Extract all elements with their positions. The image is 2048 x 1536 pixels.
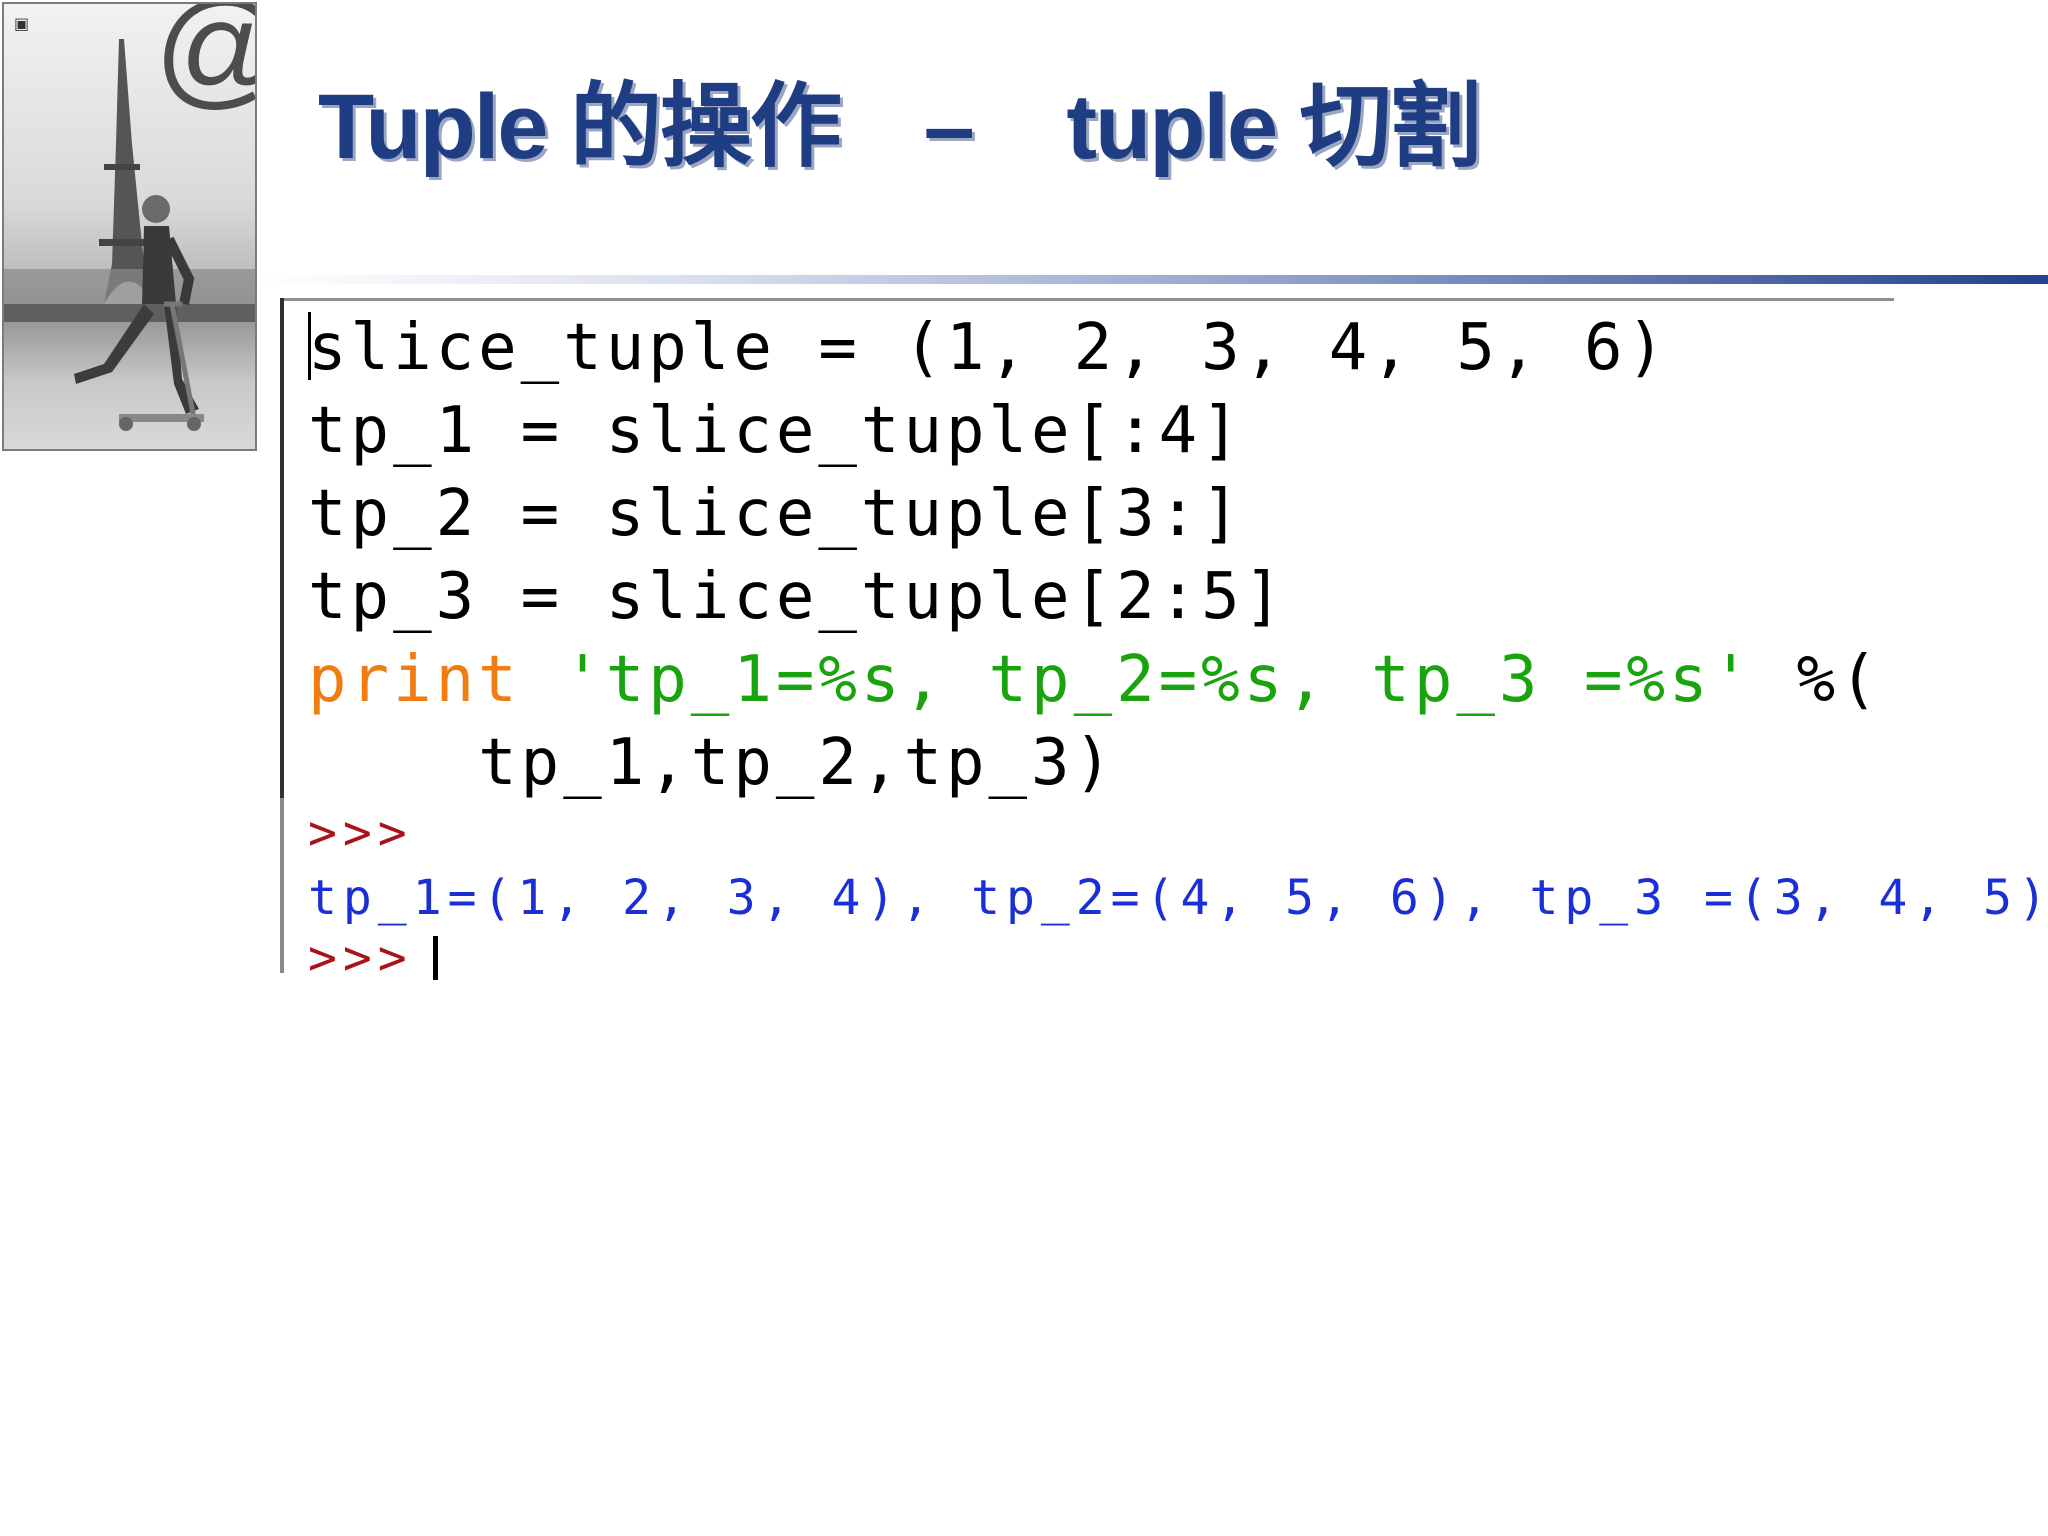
title-divider — [258, 275, 2048, 284]
editor-left-border — [280, 298, 284, 798]
corner-photo: ▣ @ — [2, 2, 257, 451]
editor-top-border — [284, 298, 1894, 301]
title-dash: – — [923, 76, 975, 178]
title-part-1: Tuple 的操作 — [318, 76, 842, 178]
slide-title: Tuple 的操作 – tuple 切割 — [318, 52, 1482, 185]
shell-left-border — [280, 798, 284, 973]
code-line-1[interactable]: slice_tuple = (1, 2, 3, 4, 5, 6) — [308, 308, 1669, 388]
code-window[interactable]: slice_tuple = (1, 2, 3, 4, 5, 6) tp_1 = … — [280, 298, 2047, 986]
code-line-4[interactable]: tp_3 = slice_tuple[2:5] — [308, 557, 1286, 637]
format-operator: %( — [1754, 643, 1882, 717]
code-line-print[interactable]: print 'tp_1=%s, tp_2=%s, tp_3 =%s' %( — [308, 640, 1882, 720]
shell-prompt: >>> — [308, 805, 413, 861]
code-line-3[interactable]: tp_2 = slice_tuple[3:] — [308, 474, 1244, 554]
shell-output: tp_1=(1, 2, 3, 4), tp_2=(4, 5, 6), tp_3 … — [308, 870, 2048, 926]
shell-final-prompt: >>> — [308, 930, 413, 986]
print-keyword: print — [308, 643, 521, 717]
format-string: 'tp_1=%s, tp_2=%s, tp_3 =%s' — [563, 643, 1755, 717]
shell-input-line[interactable]: >>> — [308, 928, 438, 988]
code-line-2[interactable]: tp_1 = slice_tuple[:4] — [308, 391, 1244, 471]
text-cursor — [432, 936, 438, 980]
title-part-2: tuple 切割 — [1066, 76, 1481, 178]
at-sign-icon: @ — [154, 4, 255, 112]
code-line-continuation[interactable]: tp_1,tp_2,tp_3) — [308, 723, 1116, 803]
photo-stamp-icon: ▣ — [14, 14, 30, 33]
